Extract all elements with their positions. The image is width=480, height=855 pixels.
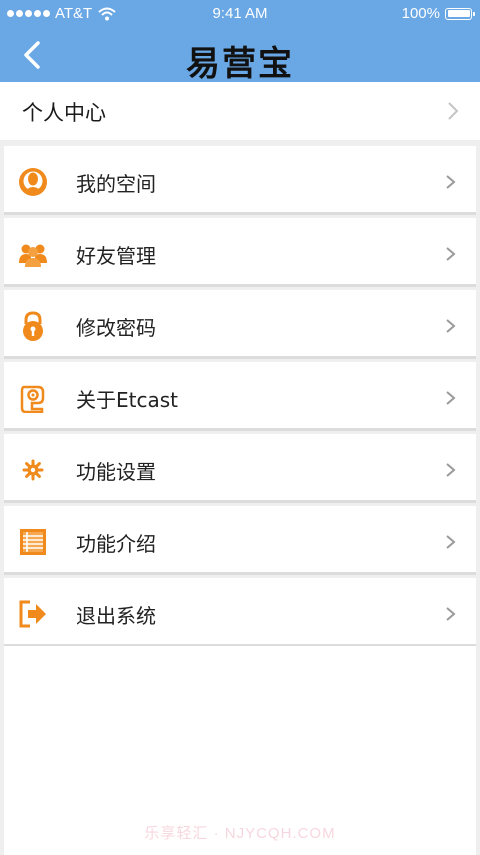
menu-item-label: 退出系统: [76, 604, 156, 628]
chevron-right-icon: [446, 247, 456, 261]
user-icon: [18, 167, 48, 197]
personal-center-label: 个人中心: [22, 101, 106, 125]
menu-item-label: 修改密码: [76, 316, 156, 340]
personal-center-row[interactable]: 个人中心: [0, 82, 480, 140]
menu-item-friends[interactable]: 好友管理: [4, 218, 476, 287]
menu-item-intro[interactable]: 功能介绍: [4, 506, 476, 575]
chevron-right-icon: [446, 175, 456, 189]
chevron-right-icon: [446, 391, 456, 405]
menu-item-about[interactable]: 关于Etcast: [4, 362, 476, 431]
about-icon: [18, 383, 48, 413]
menu-item-change-password[interactable]: 修改密码: [4, 290, 476, 359]
menu-item-my-space[interactable]: 我的空间: [4, 146, 476, 215]
friends-icon: [18, 239, 48, 269]
settings-menu: 我的空间 好友管理 修改密码 关于Etcast 功能设置 功能介绍 退出系统: [4, 146, 476, 650]
exit-icon: [18, 599, 48, 629]
menu-item-label: 我的空间: [76, 172, 156, 196]
battery-percent: 100%: [401, 5, 440, 22]
document-icon: [18, 527, 48, 557]
watermark: 乐享轻汇 · NJYCQH.COM: [144, 825, 336, 842]
chevron-right-icon: [448, 102, 459, 120]
battery-icon: [445, 7, 475, 20]
status-right: 100%: [401, 5, 475, 22]
menu-item-settings[interactable]: 功能设置: [4, 434, 476, 503]
menu-item-label: 好友管理: [76, 244, 156, 268]
menu-item-label: 功能设置: [76, 460, 156, 484]
nav-bar: 易营宝: [0, 28, 480, 84]
menu-item-logout[interactable]: 退出系统: [4, 578, 476, 647]
menu-item-label: 关于Etcast: [76, 388, 178, 412]
chevron-right-icon: [446, 535, 456, 549]
gear-icon: [18, 455, 48, 485]
status-bar: AT&T 9:41 AM 100%: [0, 0, 480, 28]
page-title: 易营宝: [186, 44, 294, 84]
menu-item-label: 功能介绍: [76, 532, 156, 556]
lock-icon: [18, 311, 48, 341]
chevron-right-icon: [446, 319, 456, 333]
chevron-right-icon: [446, 463, 456, 477]
chevron-right-icon: [446, 607, 456, 621]
